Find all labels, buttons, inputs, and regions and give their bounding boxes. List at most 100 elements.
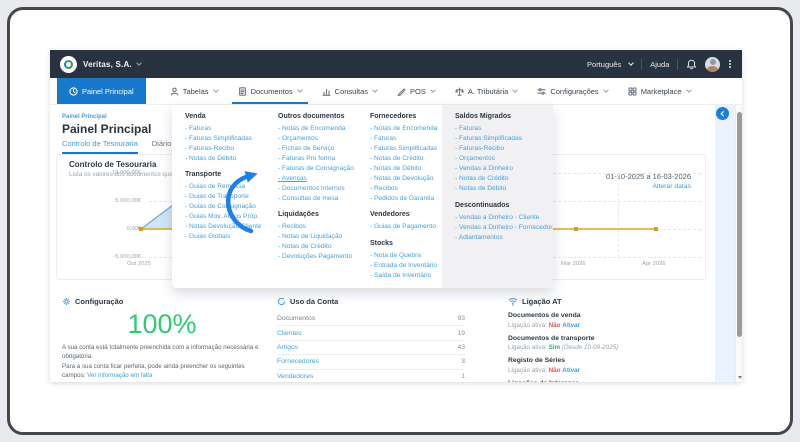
menu-item[interactable]: Saída de Inventário <box>370 271 462 281</box>
usage-link[interactable]: Clientes <box>277 330 302 337</box>
scrollbar-thumb[interactable] <box>737 112 742 337</box>
menu-item[interactable]: Faturas-Recibo <box>455 144 551 154</box>
menu-item[interactable]: Faturas de Consignação <box>278 164 370 174</box>
at-activate-link[interactable]: Ativar <box>562 322 580 329</box>
menu-item[interactable]: Recibos <box>370 184 462 194</box>
chevron-down-icon <box>136 60 142 66</box>
notifications-bell-icon[interactable] <box>686 59 697 70</box>
usage-row: Artigos 43 <box>277 341 465 355</box>
menu-item[interactable]: Notas Devolução Cliente <box>185 222 277 232</box>
menu-item-avencas[interactable]: Avenças <box>278 174 370 184</box>
menu-item[interactable]: Notas de Débito <box>185 154 277 164</box>
marketplace-grid-icon <box>628 87 637 96</box>
menu-item[interactable]: Faturas Simplificadas <box>370 144 462 154</box>
nav-item-documentos[interactable]: Documentos <box>228 78 312 104</box>
menu-item[interactable]: Documentos Internos <box>278 184 370 194</box>
nav-label: A. Tributária <box>468 87 508 96</box>
config-text-1: A sua conta está totalmente preenchida c… <box>62 344 258 360</box>
at-status-label: Ligação ativa: <box>508 322 547 329</box>
at-status-label: Ligação ativa: <box>508 367 547 374</box>
chevron-down-icon <box>686 87 692 93</box>
menu-item[interactable]: Vendas a Dinheiro - Fornecedor <box>455 223 551 233</box>
menu-item[interactable]: Guias de Pagamento <box>370 222 462 232</box>
menu-item[interactable]: Orçamentos <box>278 134 370 144</box>
nav-item-pos[interactable]: POS <box>387 78 445 104</box>
scrollbar-down-arrow[interactable] <box>738 376 742 379</box>
menu-item[interactable]: Guias de Consignação <box>185 202 277 212</box>
wifi-icon <box>508 297 518 306</box>
nav-label: Tabelas <box>183 87 209 96</box>
user-avatar[interactable] <box>705 57 720 72</box>
help-link[interactable]: Ajuda <box>650 60 669 69</box>
menu-item[interactable]: Pedidos de Garantia <box>370 194 462 204</box>
menu-item[interactable]: Faturas Simplificadas <box>455 134 551 144</box>
menu-item[interactable]: Notas de Crédito <box>455 174 551 184</box>
menu-item[interactable]: Guias Mov. Ativos Próp. <box>185 212 277 222</box>
right-panel-strip <box>715 105 735 382</box>
menu-item[interactable]: Notas de Liquidação <box>278 232 370 242</box>
menu-item[interactable]: Faturas Simplificadas <box>185 134 277 144</box>
menu-item[interactable]: Notas de Crédito <box>370 154 462 164</box>
menu-item[interactable]: Notas de Encomenda <box>370 124 462 134</box>
menu-item[interactable]: Recibos <box>278 222 370 232</box>
collapse-panel-button[interactable] <box>716 107 729 120</box>
menu-item[interactable]: Notas de Débito <box>370 164 462 174</box>
menu-column-1: Venda Faturas Faturas Simplificadas Fatu… <box>185 105 277 242</box>
menu-item[interactable]: Orçamentos <box>455 154 551 164</box>
usage-link[interactable]: Fornecedores <box>277 358 319 365</box>
menu-item[interactable]: Faturas Pro forma <box>278 154 370 164</box>
menu-item[interactable]: Entrada de Inventário <box>370 261 462 271</box>
nav-item-a-tributaria[interactable]: A. Tributária <box>445 78 527 104</box>
missing-info-link[interactable]: Ver informação em falta <box>87 372 152 379</box>
at-status-label: Ligação ativa: <box>508 344 547 351</box>
nav-bar: Painel Principal Tabelas Documentos Cons… <box>50 78 742 105</box>
chevron-down-icon <box>213 87 219 93</box>
at-activate-link[interactable]: Ativar <box>562 367 580 374</box>
menu-item[interactable]: Vendas a Dinheiro <box>455 164 551 174</box>
menu-item[interactable]: Notas de Devolução <box>370 174 462 184</box>
vertical-scrollbar[interactable] <box>735 105 742 382</box>
company-name[interactable]: Veritas, S.A. <box>83 60 132 69</box>
menu-item[interactable]: Faturas-Recibo <box>185 144 277 154</box>
breadcrumb[interactable]: Painel Principal <box>62 114 107 120</box>
menu-item[interactable]: Faturas <box>185 124 277 134</box>
nav-item-marketplace[interactable]: Marketplace <box>618 78 701 104</box>
menu-column-3: Fornecedores Notas de Encomenda Faturas … <box>370 105 462 281</box>
chevron-down-icon <box>372 87 378 93</box>
usage-link[interactable]: Artigos <box>277 344 298 351</box>
page-title: Painel Principal <box>62 122 151 136</box>
menu-item[interactable]: Notas de Crédito <box>278 242 370 252</box>
menu-item[interactable]: Faturas <box>455 124 551 134</box>
menu-item[interactable]: Notas de Débito <box>455 184 551 194</box>
chevron-down-icon <box>603 87 609 93</box>
gear-icon <box>62 297 71 306</box>
menu-item[interactable]: Notas de Encomenda <box>278 124 370 134</box>
nav-item-configuracoes[interactable]: Configurações <box>527 78 617 104</box>
more-options-icon[interactable] <box>728 59 732 69</box>
configuration-section: Configuração 100% A sua conta está total… <box>62 297 262 380</box>
nav-item-consultas[interactable]: Consultas <box>312 78 387 104</box>
menu-item[interactable]: Devoluções Pagamento <box>278 252 370 262</box>
language-selector[interactable]: Português <box>587 60 621 69</box>
menu-group-title: Saldos Migrados <box>455 113 551 121</box>
menu-item[interactable]: Guias Globais <box>185 232 277 242</box>
company-logo-icon <box>60 56 77 73</box>
menu-item[interactable]: Guias de Transporte <box>185 192 277 202</box>
menu-item[interactable]: Consultas de mesa <box>278 194 370 204</box>
menu-item[interactable]: Guias de Remessa <box>185 182 277 192</box>
nav-item-painel-principal[interactable]: Painel Principal <box>57 78 146 104</box>
menu-item[interactable]: Adiantamentos <box>455 233 551 243</box>
y-axis-tick: 10.000,00€ <box>89 170 141 176</box>
menu-item[interactable]: Nota de Quebra <box>370 251 462 261</box>
tax-authority-icon <box>455 87 464 96</box>
nav-item-tabelas[interactable]: Tabelas <box>160 78 228 104</box>
at-title: Ligação AT <box>522 297 562 306</box>
usage-value: 43 <box>457 344 465 351</box>
chevron-down-icon <box>297 87 303 93</box>
menu-item[interactable]: Fichas de Serviço <box>278 144 370 154</box>
usage-link[interactable]: Vendedores <box>277 373 313 380</box>
menu-item[interactable]: Faturas <box>370 134 462 144</box>
tab-controlo-de-tesouraria[interactable]: Controlo de Tesouraria <box>62 139 138 154</box>
menu-group-title: Venda <box>185 113 277 121</box>
menu-item[interactable]: Vendas a Dinheiro - Cliente <box>455 213 551 223</box>
